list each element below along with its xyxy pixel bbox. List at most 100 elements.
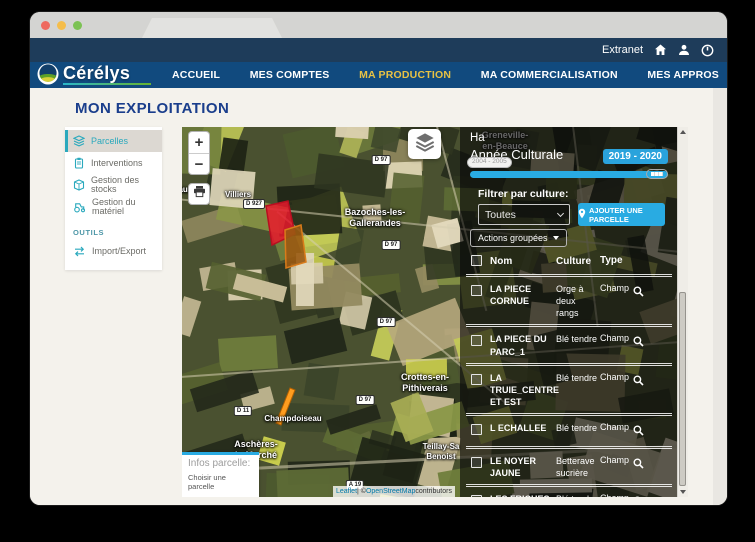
select-all-checkbox[interactable]	[471, 255, 482, 266]
row-search-icon[interactable]	[633, 283, 649, 302]
parcel-culture: Blé tendre	[556, 422, 600, 434]
parcel-culture: Betterave sucrière	[556, 455, 600, 479]
row-checkbox[interactable]	[471, 495, 482, 497]
sidebar-item-label: Interventions	[91, 159, 143, 168]
parcel-name: LE NOYER JAUNE	[490, 455, 556, 479]
row-checkbox[interactable]	[471, 457, 482, 468]
browser-tab[interactable]	[142, 18, 282, 38]
parcel-table: Nom Culture Type LA PIECE CORNUEOrge à d…	[466, 249, 672, 497]
top-utility-bar: Extranet	[30, 38, 727, 62]
road-label: D 11	[234, 406, 252, 416]
year-slider[interactable]	[470, 171, 668, 178]
parcel-culture: Orge à deux rangs	[556, 283, 600, 319]
parcel-name: LA PIECE CORNUE	[490, 283, 556, 307]
nav-items: ACCUEIL MES COMPTES MA PRODUCTION MA COMMER…	[172, 62, 719, 88]
row-search-icon[interactable]	[633, 372, 649, 391]
close-window-button[interactable]	[41, 21, 50, 30]
print-map-button[interactable]	[188, 183, 210, 205]
user-icon[interactable]	[678, 44, 690, 56]
infobox-title: Infos parcelle:	[188, 458, 253, 469]
nav-item-accueil[interactable]: ACCUEIL	[172, 69, 220, 81]
place-label: Teillay-Sa Benoist	[423, 442, 460, 462]
parcel-culture: Blé tendre	[556, 372, 600, 384]
row-checkbox[interactable]	[471, 335, 482, 346]
add-parcel-button[interactable]: AJOUTER UNE PARCELLE	[578, 203, 665, 226]
transfer-icon	[73, 246, 86, 257]
header-type: Type	[600, 255, 633, 266]
osm-link[interactable]: OpenStreetMap	[366, 488, 415, 495]
culture-filter-select[interactable]: Toutes	[478, 204, 570, 225]
parcel-name: LES FRICHES RONDES	[490, 493, 556, 497]
header-name: Nom	[490, 255, 556, 269]
map-attribution: Leaflet | © OpenStreetMap contributors	[333, 486, 455, 497]
row-search-icon[interactable]	[633, 493, 649, 497]
sidebar-item-parcelles[interactable]: Parcelles	[65, 130, 162, 152]
zoom-out-button[interactable]: −	[189, 153, 209, 174]
panel-scrollbar[interactable]	[677, 127, 688, 497]
group-actions-button[interactable]: Actions groupées	[470, 229, 567, 247]
row-search-icon[interactable]	[633, 455, 649, 474]
minimize-window-button[interactable]	[57, 21, 66, 30]
year-selected-pill[interactable]: 2019 - 2020	[603, 149, 668, 164]
sidebar-item-gestion-des-stocks[interactable]: Gestion des stocks	[65, 174, 162, 196]
parcel-culture: Blé tendre	[556, 333, 600, 345]
printer-icon	[193, 185, 206, 203]
parcel-name: LA PIECE DU PARC_1	[490, 333, 556, 357]
year-slider-handle[interactable]	[646, 169, 668, 179]
nav-item-ma-production[interactable]: MA PRODUCTION	[359, 69, 451, 81]
parcel-type: Champ	[600, 283, 633, 293]
brand-globe-icon	[37, 63, 59, 85]
parcels-panel: Ha Année Culturale 2004 - 2005 2019 - 20…	[460, 127, 677, 497]
table-row: LA PIECE DU PARC_1Blé tendreChamp	[466, 327, 672, 365]
maximize-window-button[interactable]	[73, 21, 82, 30]
sidebar-item-interventions[interactable]: Interventions	[65, 152, 162, 174]
table-row: LE NOYER JAUNEBetterave sucrièreChamp	[466, 449, 672, 487]
row-checkbox[interactable]	[471, 424, 482, 435]
parcel-type: Champ	[600, 372, 633, 382]
page-scrollbar[interactable]	[713, 88, 727, 505]
row-search-icon[interactable]	[633, 422, 649, 441]
brand-logo[interactable]: Cérélys	[37, 63, 151, 85]
sidebar-item-import-export[interactable]: Import/Export	[65, 240, 162, 262]
home-icon[interactable]	[654, 44, 667, 56]
scroll-up-arrow[interactable]	[680, 130, 686, 134]
leaflet-link[interactable]: Leaflet	[336, 488, 357, 495]
nav-item-ma-commercialisation[interactable]: MA COMMERCIALISATION	[481, 69, 618, 81]
clipboard-icon	[73, 157, 85, 169]
power-icon[interactable]	[701, 44, 714, 57]
sidebar: Parcelles Interventions Gestion des stocks…	[65, 127, 162, 270]
add-parcel-label: AJOUTER UNE PARCELLE	[589, 206, 665, 224]
filter-label: Filtrer par culture:	[478, 188, 568, 200]
road-label: D 97	[372, 155, 391, 165]
road-label: D 97	[382, 240, 401, 250]
row-search-icon[interactable]	[633, 333, 649, 352]
row-checkbox[interactable]	[471, 374, 482, 385]
table-row: L ECHALLEEBlé tendreChamp	[466, 416, 672, 449]
main-navbar: Cérélys ACCUEIL MES COMPTES MA PRODUCTION M…	[30, 62, 727, 88]
sidebar-item-label: Parcelles	[91, 137, 128, 146]
map-canvas[interactable]: D 927D 97D 97D 97D 97D 11A 19ausbyVillie…	[182, 127, 688, 497]
table-row: LES FRICHES RONDESBlé tendreChamp	[466, 487, 672, 497]
scrollbar-thumb[interactable]	[679, 292, 686, 486]
sidebar-item-gestion-du-mat-riel[interactable]: Gestion du matériel	[65, 196, 162, 218]
place-label: Villiers	[225, 190, 251, 200]
caret-down-icon	[553, 236, 559, 240]
road-label: D 97	[377, 317, 396, 327]
nav-item-mes-comptes[interactable]: MES COMPTES	[250, 69, 330, 81]
parcels-icon	[73, 135, 85, 147]
scroll-down-arrow[interactable]	[680, 490, 686, 494]
brand-tagline-strip	[63, 83, 151, 85]
row-checkbox[interactable]	[471, 285, 482, 296]
parcel-type: Champ	[600, 493, 633, 497]
layers-button[interactable]	[408, 129, 441, 159]
nav-item-mes-appros[interactable]: MES APPROS	[647, 69, 719, 81]
parcel-name: L ECHALLEE	[490, 422, 556, 434]
zoom-in-button[interactable]: +	[189, 132, 209, 153]
header-culture: Culture	[556, 255, 600, 269]
year-min-pill[interactable]: 2004 - 2005	[467, 157, 512, 168]
extranet-link[interactable]: Extranet	[602, 44, 643, 56]
group-actions-label: Actions groupées	[478, 233, 548, 243]
parcel-table-body: LA PIECE CORNUEOrge à deux rangsChampLA …	[466, 277, 672, 497]
map-zoom-control: + −	[188, 131, 210, 175]
unit-label: Ha	[470, 132, 485, 144]
